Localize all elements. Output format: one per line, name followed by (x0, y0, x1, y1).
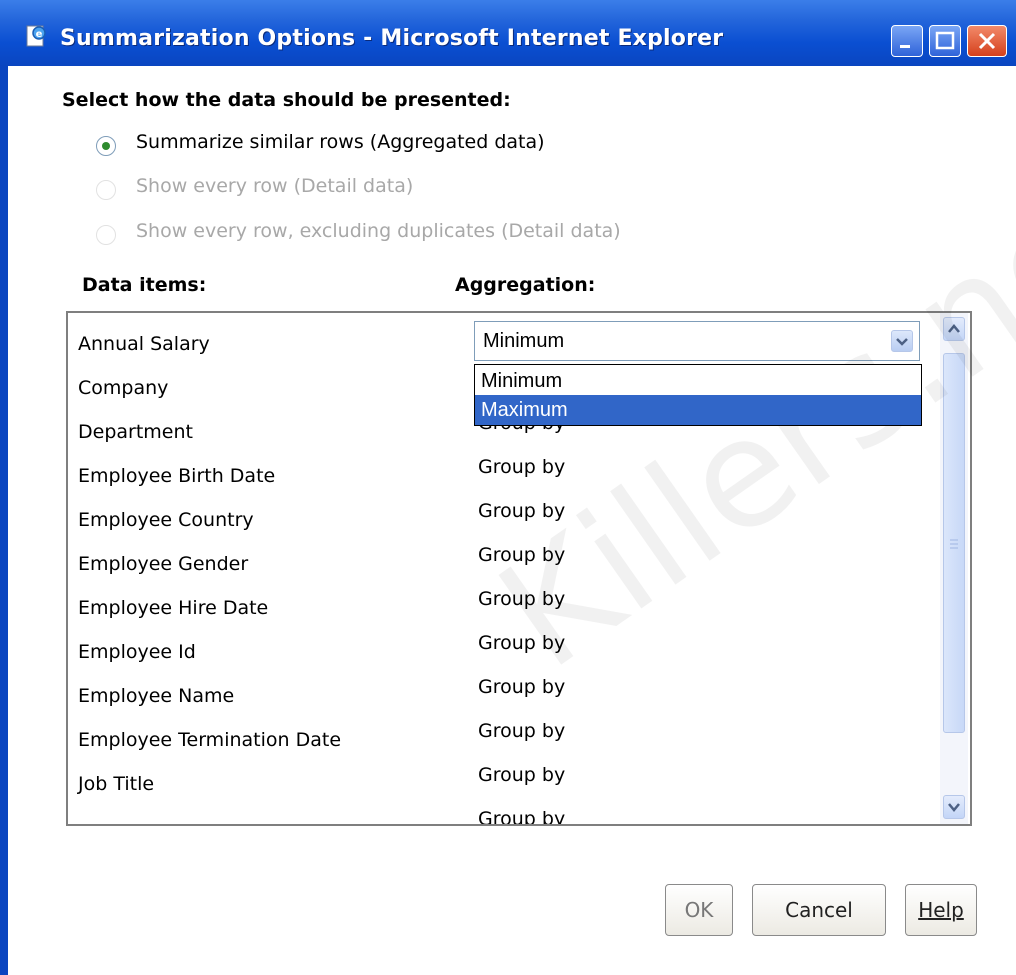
list-item-name: Company (78, 377, 169, 399)
radio-dot-icon (102, 142, 110, 150)
radio-every-row[interactable] (96, 180, 116, 200)
grip-icon (950, 539, 958, 549)
ok-button[interactable]: OK (665, 884, 733, 936)
list-item-name: Employee Name (78, 685, 235, 707)
aggregation-header: Aggregation: (455, 274, 596, 296)
title-bar[interactable]: e Summarization Options - Microsoft Inte… (0, 0, 1016, 66)
chevron-up-icon (948, 324, 960, 333)
list-item-aggregation[interactable]: Group by (478, 808, 565, 824)
list-item-aggregation[interactable]: Group by (478, 632, 565, 654)
scroll-down-button[interactable] (943, 795, 965, 819)
list-item-name: Job Title (78, 773, 155, 795)
maximize-icon (935, 31, 955, 50)
window-frame (0, 66, 8, 975)
list-item-aggregation[interactable]: Group by (478, 720, 565, 742)
list-item-aggregation[interactable]: Group by (478, 456, 565, 478)
vertical-scrollbar[interactable] (940, 313, 968, 824)
list-item-name: Employee Termination Date (78, 729, 342, 751)
maximize-button[interactable] (929, 25, 961, 57)
list-item-name: Employee Id (78, 641, 196, 663)
svg-text:e: e (36, 29, 43, 40)
scroll-up-button[interactable] (943, 317, 965, 341)
radio-summarize-label[interactable]: Summarize similar rows (Aggregated data) (136, 131, 545, 153)
scrollbar-thumb[interactable] (943, 353, 965, 733)
list-item-name: Employee Country (78, 509, 254, 531)
aggregation-select-value: Minimum (483, 330, 565, 352)
list-item-name: Employee Gender (78, 553, 249, 575)
list-item-aggregation[interactable]: Group by (478, 588, 565, 610)
ie-page-icon: e (26, 25, 46, 47)
radio-excluding-duplicates-label[interactable]: Show every row, excluding duplicates (De… (136, 220, 621, 242)
aggregation-dropdown-list[interactable]: Minimum Maximum (474, 364, 922, 426)
data-items-list[interactable]: Annual Salary Company Department Group b… (66, 311, 972, 826)
list-item-aggregation[interactable]: Group by (478, 764, 565, 786)
window-title: Summarization Options - Microsoft Intern… (60, 26, 724, 51)
close-icon (978, 32, 996, 50)
dropdown-arrow-button[interactable] (891, 330, 913, 352)
list-item-name: Department (78, 421, 193, 443)
minimize-icon (900, 45, 910, 48)
cancel-button[interactable]: Cancel (752, 884, 886, 936)
list-item-aggregation[interactable]: Group by (478, 544, 565, 566)
close-button[interactable] (967, 25, 1007, 57)
list-item-name: Employee Birth Date (78, 465, 276, 487)
radio-excluding-duplicates[interactable] (96, 225, 116, 245)
option-maximum[interactable]: Maximum (475, 395, 921, 425)
help-button[interactable]: Help (905, 884, 977, 936)
radio-every-row-label[interactable]: Show every row (Detail data) (136, 175, 413, 197)
minimize-button[interactable] (891, 25, 923, 57)
list-item-name: Annual Salary (78, 333, 210, 355)
option-minimum[interactable]: Minimum (475, 366, 921, 396)
chevron-down-icon (896, 338, 908, 346)
list-item-aggregation[interactable]: Group by (478, 676, 565, 698)
radio-summarize[interactable] (96, 136, 116, 156)
presentation-heading: Select how the data should be presented: (62, 89, 511, 111)
data-items-header: Data items: (82, 274, 207, 296)
list-item-name: Employee Hire Date (78, 597, 269, 619)
list-item-aggregation[interactable]: Group by (478, 500, 565, 522)
chevron-down-icon (948, 803, 960, 812)
aggregation-select[interactable]: Minimum (474, 321, 920, 361)
